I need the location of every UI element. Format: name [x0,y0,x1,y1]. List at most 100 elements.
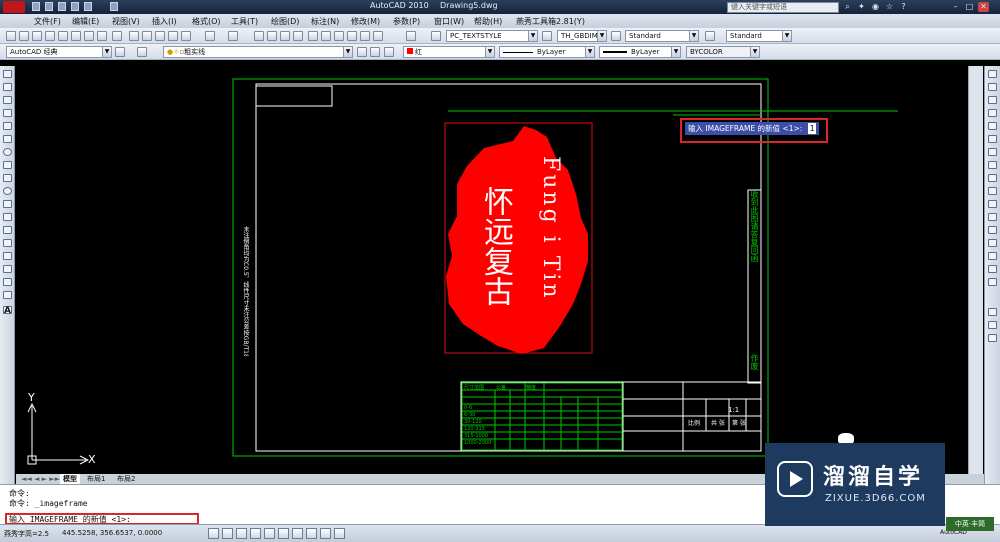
insert-block-icon[interactable] [3,213,12,221]
publish-icon[interactable] [71,31,81,41]
paste-special-icon[interactable] [168,31,178,41]
preview-icon[interactable] [58,31,68,41]
vertical-scrollbar[interactable] [968,66,983,474]
cut-icon[interactable] [129,31,139,41]
snap-toggle-icon[interactable] [208,528,219,539]
scale-icon[interactable] [988,161,997,169]
markup-icon[interactable] [360,31,370,41]
minimize-icon[interactable]: – [950,2,961,12]
menu-draw[interactable]: 绘图(D) [271,16,299,27]
osnap-toggle-icon[interactable] [264,528,275,539]
sheet-set-icon[interactable] [347,31,357,41]
drawing-canvas[interactable]: 怀远复古 Fung i Tin 未注倒角均为C0.5，线性尺寸未注公差按GB/T… [16,66,967,474]
redo-arrow-icon[interactable] [228,31,238,41]
gradient-icon[interactable] [3,265,12,273]
menu-insert[interactable]: 插入(I) [152,16,177,27]
grid-toggle-icon[interactable] [222,528,233,539]
menu-modify[interactable]: 修改(M) [351,16,380,27]
help-tb-icon[interactable] [406,31,416,41]
region-icon[interactable] [3,278,12,286]
tab-model[interactable]: 模型 [60,474,80,484]
layer-tool3-icon[interactable] [988,334,997,342]
help-icon[interactable]: ? [898,2,909,12]
layer-manager-icon[interactable] [137,47,147,57]
close-icon[interactable]: ✕ [978,2,989,12]
offset-icon[interactable] [988,109,997,117]
text-style-icon[interactable] [431,31,441,41]
search-icon[interactable]: ⌕ [842,2,853,12]
layer-tool-icon[interactable] [988,308,997,316]
move-icon[interactable] [988,135,997,143]
menu-dim[interactable]: 标注(N) [311,16,339,27]
mleader-style-icon[interactable] [705,31,715,41]
lineweight-select[interactable]: ByLayer ▼ [599,46,681,58]
copy-icon[interactable] [142,31,152,41]
design-center-icon[interactable] [321,31,331,41]
linetype-select[interactable]: ByLayer ▼ [499,46,595,58]
layer-iso-icon[interactable] [384,47,394,57]
point-icon[interactable] [3,239,12,247]
sheet-icon[interactable] [97,31,107,41]
block-icon[interactable] [181,31,191,41]
dyn-toggle-icon[interactable] [306,528,317,539]
layer-select[interactable]: ●☼▫粗实线 ▼ [163,46,353,58]
comm-center-icon[interactable]: ◉ [870,2,881,12]
ellipse-icon[interactable] [3,187,12,195]
tab-layout2[interactable]: 布局2 [114,474,138,484]
circle-icon[interactable] [3,148,12,156]
undo-arrow-icon[interactable] [205,31,215,41]
revcloud-icon[interactable] [3,161,12,169]
line-icon[interactable] [3,70,12,78]
zoom-realtime-icon[interactable] [267,31,277,41]
print-icon[interactable] [45,31,55,41]
text-style-select[interactable]: PC_TEXTSTYLE ▼ [446,30,538,42]
array-icon[interactable] [988,122,997,130]
menu-format[interactable]: 格式(O) [192,16,221,27]
chamfer-icon[interactable] [988,252,997,260]
subscription-icon[interactable]: ✦ [856,2,867,12]
extend-icon[interactable] [988,200,997,208]
workspace-select[interactable]: AutoCAD 经典 ▼ [6,46,112,58]
workspace-settings-icon[interactable] [115,47,125,57]
menu-help[interactable]: 帮助(H) [474,16,502,27]
spline-icon[interactable] [3,174,12,182]
otrack-toggle-icon[interactable] [278,528,289,539]
make-block-icon[interactable] [3,226,12,234]
maximize-icon[interactable]: □ [964,2,975,12]
break-icon[interactable] [988,226,997,234]
mtext-icon[interactable]: A [3,306,12,316]
copy-obj-icon[interactable] [988,83,997,91]
qp-toggle-icon[interactable] [334,528,345,539]
table-style-select[interactable]: Standard ▼ [625,30,699,42]
dim-style-select[interactable]: TH_GBDIM ▼ [557,30,607,42]
erase-icon[interactable] [988,70,997,78]
hatch-icon[interactable] [3,252,12,260]
dynamic-value-input[interactable]: 1 [807,123,817,134]
menu-param[interactable]: 参数(P) [393,16,420,27]
make-current-icon[interactable] [357,47,367,57]
menu-window[interactable]: 窗口(W) [434,16,464,27]
trim-icon[interactable] [988,187,997,195]
stretch-icon[interactable] [988,174,997,182]
paste-icon[interactable] [155,31,165,41]
undo-icon[interactable] [71,2,79,11]
autocad-logo-icon[interactable] [3,1,25,13]
quickcalc-icon[interactable] [373,31,383,41]
ducs-toggle-icon[interactable] [292,528,303,539]
open-icon[interactable] [45,2,53,11]
ime-indicator[interactable]: 中英·丰简 [946,517,994,531]
dim-style-icon[interactable] [542,31,552,41]
polar-toggle-icon[interactable] [250,528,261,539]
save-icon[interactable] [58,2,66,11]
qnew-icon[interactable] [6,31,16,41]
layer-previous-icon[interactable] [370,47,380,57]
table-style-icon[interactable] [611,31,621,41]
open-file-icon[interactable] [19,31,29,41]
polyline-icon[interactable] [3,96,12,104]
zoom-previous-icon[interactable] [293,31,303,41]
polygon-icon[interactable] [3,109,12,117]
plotstyle-select[interactable]: BYCOLOR ▼ [686,46,760,58]
zoom-window-icon[interactable] [280,31,290,41]
ellipse-arc-icon[interactable] [3,200,12,208]
plot-icon[interactable] [110,2,118,11]
